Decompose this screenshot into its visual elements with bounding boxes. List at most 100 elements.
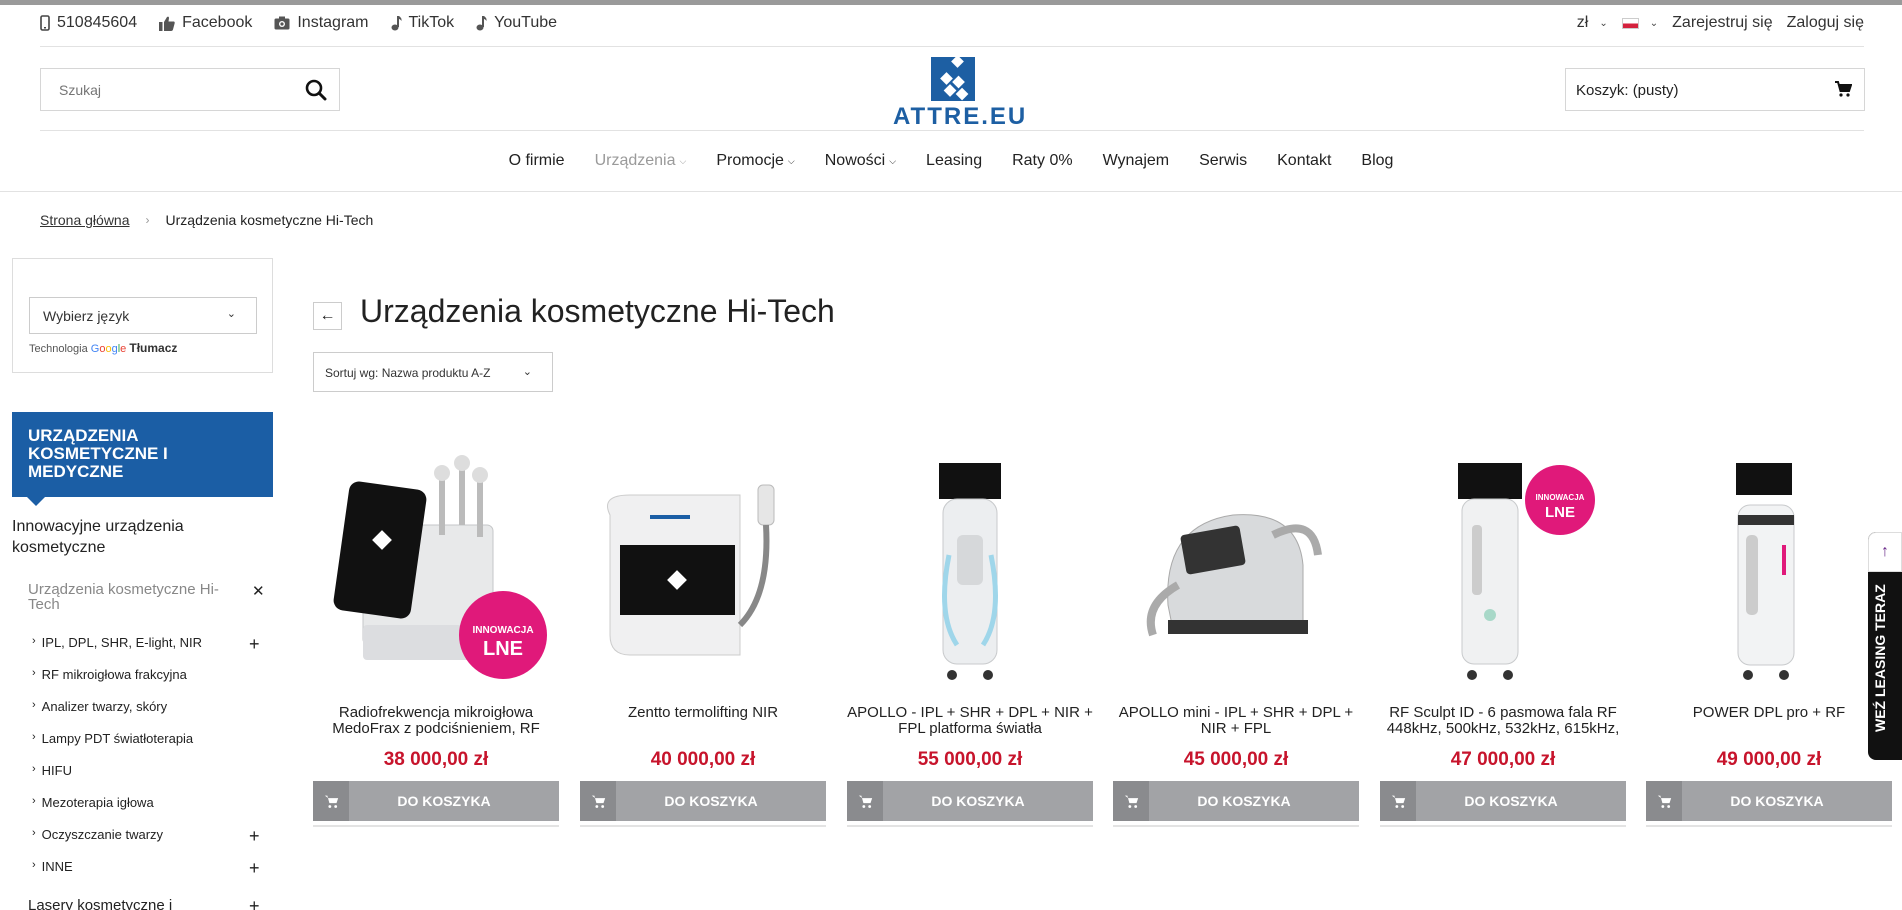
add-to-cart-button[interactable]: DO KOSZYKA xyxy=(580,781,826,821)
close-icon[interactable]: ✕ xyxy=(252,582,265,600)
chevron-right-icon: › xyxy=(32,827,36,839)
login-link[interactable]: Zaloguj się xyxy=(1787,14,1864,32)
camera-icon xyxy=(274,16,290,30)
top-bar: 510845604 Facebook Instagram TikTok YouT… xyxy=(40,14,1864,38)
divider xyxy=(1113,825,1359,827)
product-name[interactable]: APOLLO - IPL + SHR + DPL + NIR + FPL pla… xyxy=(847,705,1093,739)
sidebar-subitem[interactable]: › Oczyszczanie twarzy xyxy=(32,827,163,842)
chevron-down-icon: ⌵ xyxy=(889,155,897,166)
sidebar-subitem[interactable]: › HIFU xyxy=(32,763,72,778)
expand-plus-icon[interactable]: + xyxy=(249,635,260,653)
sort-select[interactable]: Sortuj wg: Nazwa produktu A-Z ⌄ xyxy=(313,352,553,392)
breadcrumb-home[interactable]: Strona główna xyxy=(40,212,130,228)
product-image[interactable] xyxy=(857,455,1083,690)
nav-item-raty[interactable]: Raty 0% xyxy=(997,152,1087,170)
product-price: 47 000,00 zł xyxy=(1450,749,1556,770)
google-logo[interactable]: Google xyxy=(91,343,127,355)
subitem-label: Analizer twarzy, skóry xyxy=(41,699,168,714)
nav-label: Leasing xyxy=(926,152,983,169)
nav-item-nowosci[interactable]: Nowości ⌵ xyxy=(810,152,911,170)
expand-plus-icon[interactable]: + xyxy=(249,859,260,877)
currency-dropdown[interactable]: zł ⌄ xyxy=(1577,14,1608,32)
cart-value: (pusty) xyxy=(1632,82,1679,99)
tiktok-link[interactable]: TikTok xyxy=(391,14,454,32)
language-select-value: Wybierz język xyxy=(43,308,130,324)
nav-item-blog[interactable]: Blog xyxy=(1346,152,1408,170)
music-note-icon xyxy=(476,15,487,31)
search-input[interactable] xyxy=(41,69,281,110)
product-name[interactable]: POWER DPL pro + RF xyxy=(1646,705,1892,739)
language-select[interactable]: Wybierz język ⌄ xyxy=(29,297,257,334)
nav-label: Kontakt xyxy=(1277,152,1332,169)
cart-box[interactable]: Koszyk: (pusty) xyxy=(1565,68,1865,111)
product-name[interactable]: Zentto termolifting NIR xyxy=(580,705,826,739)
sidebar-subitem[interactable]: › IPL, DPL, SHR, E-light, NIR xyxy=(32,635,202,650)
expand-plus-icon[interactable]: + xyxy=(249,827,260,845)
nav-item-leasing[interactable]: Leasing xyxy=(911,152,997,170)
phone-link[interactable]: 510845604 xyxy=(40,14,137,32)
chevron-down-icon: ⌄ xyxy=(1649,17,1659,29)
category-title[interactable]: URZĄDZENIA KOSMETYCZNE I MEDYCZNE xyxy=(12,412,273,506)
arrow-up-icon[interactable]: ↑ xyxy=(1868,532,1902,572)
product-image[interactable] xyxy=(1123,455,1349,690)
product-name[interactable]: Radiofrekwencja mikroigłowa MedoFrax z p… xyxy=(313,705,559,739)
product-image[interactable]: INNOWACJA LNE xyxy=(323,455,549,690)
register-link[interactable]: Zarejestruj się xyxy=(1672,14,1772,32)
product-price: 40 000,00 zł xyxy=(650,749,756,770)
phone-icon xyxy=(40,15,50,31)
sidebar-subitem[interactable]: › INNE xyxy=(32,859,73,874)
back-button[interactable]: ← xyxy=(313,302,342,330)
product-card: Zentto termolifting NIR 40 000,00 zł DO … xyxy=(580,455,826,830)
youtube-label: YouTube xyxy=(494,14,558,31)
sidebar-subitem[interactable]: › Lampy PDT światłoterapia xyxy=(32,731,193,746)
phone-number: 510845604 xyxy=(57,14,138,31)
product-image[interactable] xyxy=(590,455,816,690)
site-logo[interactable]: ATTRE.EU xyxy=(893,57,1025,130)
nav-item-wynajem[interactable]: Wynajem xyxy=(1088,152,1185,170)
chevron-right-icon: › xyxy=(32,763,36,775)
music-note-icon xyxy=(391,15,402,31)
sidebar-subitem[interactable]: › Mezoterapia igłowa xyxy=(32,795,154,810)
language-dropdown[interactable]: ⌄ xyxy=(1621,17,1659,29)
nav-item-kontakt[interactable]: Kontakt xyxy=(1262,152,1346,170)
facebook-link[interactable]: Facebook xyxy=(159,14,252,32)
nav-item-serwis[interactable]: Serwis xyxy=(1184,152,1262,170)
add-to-cart-button[interactable]: DO KOSZYKA xyxy=(1646,781,1892,821)
add-to-cart-label: DO KOSZYKA xyxy=(1197,793,1291,809)
sidebar-active-subcategory[interactable]: Urządzenia kosmetyczne Hi-Tech xyxy=(28,582,228,612)
leasing-tab[interactable]: ↑ WEŹ LEASING TERAZ xyxy=(1868,532,1902,760)
sidebar-subitem[interactable]: › RF mikroigłowa frakcyjna xyxy=(32,667,187,682)
instagram-link[interactable]: Instagram xyxy=(274,14,369,32)
chevron-right-icon: › xyxy=(32,859,36,871)
breadcrumb: Strona główna › Urządzenia kosmetyczne H… xyxy=(40,212,373,228)
add-to-cart-button[interactable]: DO KOSZYKA xyxy=(1380,781,1626,821)
expand-plus-icon[interactable]: + xyxy=(249,897,260,910)
sidebar-subitem[interactable]: › Analizer twarzy, skóry xyxy=(32,699,167,714)
product-name[interactable]: APOLLO mini - IPL + SHR + DPL + NIR + FP… xyxy=(1113,705,1359,739)
sidebar-item-lasery[interactable]: Lasery kosmetyczne i xyxy=(28,895,172,910)
facebook-label: Facebook xyxy=(182,14,253,31)
badge-text: LNE xyxy=(483,638,523,660)
thumbs-up-icon xyxy=(159,16,175,31)
add-to-cart-button[interactable]: DO KOSZYKA xyxy=(313,781,559,821)
youtube-link[interactable]: YouTube xyxy=(476,14,557,32)
polish-flag-icon xyxy=(1621,17,1639,29)
product-name[interactable]: RF Sculpt ID - 6 pasmowa fala RF 448kHz,… xyxy=(1380,705,1626,739)
badge-text: LNE xyxy=(1545,504,1575,521)
product-image[interactable]: INNOWACJA LNE xyxy=(1390,455,1616,690)
nav-item-o-firmie[interactable]: O firmie xyxy=(494,152,580,170)
sidebar-item-innowacyjne[interactable]: Innowacyjne urządzenia kosmetyczne xyxy=(12,516,232,558)
add-to-cart-button[interactable]: DO KOSZYKA xyxy=(1113,781,1359,821)
nav-label: Urządzenia xyxy=(594,152,676,169)
translate-label[interactable]: Tłumacz xyxy=(129,341,177,355)
product-image[interactable] xyxy=(1656,455,1882,690)
nav-item-promocje[interactable]: Promocje ⌵ xyxy=(701,152,809,170)
badge-text: INNOWACJA xyxy=(472,625,533,636)
subitem-label: INNE xyxy=(41,859,73,874)
nav-item-urzadzenia[interactable]: Urządzenia ⌵ xyxy=(580,152,702,170)
product-card: POWER DPL pro + RF 49 000,00 zł DO KOSZY… xyxy=(1646,455,1892,830)
search-icon[interactable] xyxy=(305,79,327,101)
cart-icon xyxy=(1113,781,1149,821)
top-bar-right: zł ⌄ ⌄ Zarejestruj się Zaloguj się xyxy=(1577,14,1864,32)
add-to-cart-button[interactable]: DO KOSZYKA xyxy=(847,781,1093,821)
